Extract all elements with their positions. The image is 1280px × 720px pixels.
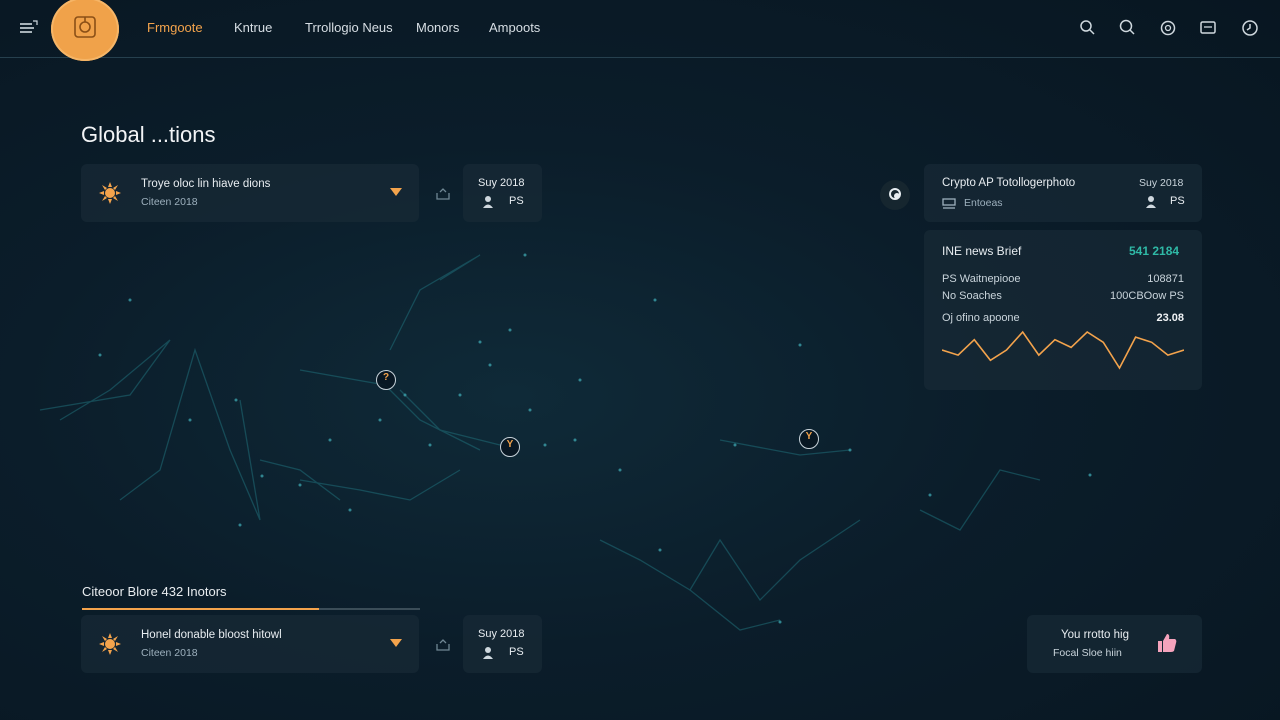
card-code: PS [509,195,524,207]
crypto-title: Crypto AP Totollogerphoto [942,177,1076,189]
chevron-down-icon[interactable] [390,639,402,647]
brief-row-value: 108871 [1147,273,1184,285]
crypto-card[interactable]: Crypto AP Totollogerphoto Suy 2018 Entoe… [924,164,1202,222]
sparkline-series [942,330,1184,370]
brief-row-value: 23.08 [1156,312,1184,324]
globe-icon[interactable] [880,180,910,210]
map-marker[interactable]: Y [799,429,819,449]
app-logo[interactable] [51,0,119,61]
news-card-dropdown[interactable]: Honel donable bloost hitowl Citeen 2018 [81,615,419,673]
top-navigation-bar: Frmgoote Kntrue Trrollogio Neus Monors A… [0,0,1280,61]
page-title: Global ...tions [81,122,216,147]
search-icon[interactable] [1118,18,1138,38]
crypto-date: Suy 2018 [1139,177,1184,189]
crypto-code: PS [1170,195,1185,207]
card-date: Suy 2018 [478,177,525,189]
section-progress-bar [82,608,420,610]
brief-row-label: PS Waitnepiooe [942,273,1021,285]
menu-icon[interactable] [18,17,40,39]
nav-item-trrollogio-neus[interactable]: Trrollogio Neus [305,20,393,35]
nav-item-kntrue[interactable]: Kntrue [234,20,272,35]
brief-row-label: No Soaches [942,290,1002,302]
promo-subtitle: Focal Sloe hiin [1053,647,1122,659]
card-title: Honel donable bloost hitowl [141,629,282,641]
map-marker[interactable]: ? [376,370,396,390]
brief-row-label: Oj ofino apoone [942,312,1020,324]
thumbs-up-icon [1158,634,1177,652]
nav-item-ampoots[interactable]: Ampoots [489,20,540,35]
card-date: Suy 2018 [478,628,525,640]
crypto-subtitle: Entoeas [964,197,1003,209]
chart-icon [942,198,956,209]
section-title: Citeoor Blore 432 Inotors [82,584,227,599]
map-marker[interactable]: Y [500,437,520,457]
share-icon[interactable] [434,635,452,653]
sparkline-chart [942,330,1184,370]
card-subtitle: Citeen 2018 [141,196,198,208]
nav-item-frmgoote[interactable]: Frmgoote [147,20,203,35]
user-icon [1146,196,1156,208]
news-card-dropdown[interactable]: Troye oloc lin hiave dions Citeen 2018 [81,164,419,222]
promo-title: You rrotto hig [1061,629,1129,641]
user-icon [483,647,493,659]
news-brief-panel[interactable]: INE news Brief 541 2184 PS Waitnepiooe 1… [924,230,1202,390]
user-icon [483,196,493,208]
card-code: PS [509,646,524,658]
card-subtitle: Citeen 2018 [141,647,198,659]
clock-icon[interactable] [1240,18,1260,38]
promo-card[interactable]: You rrotto hig Focal Sloe hiin [1027,615,1202,673]
date-user-card: Suy 2018 PS [463,164,542,222]
search-icon[interactable] [1078,18,1098,38]
share-icon[interactable] [434,184,452,202]
brief-row-value: 100CBOow PS [1110,290,1184,302]
nav-item-monors[interactable]: Monors [416,20,459,35]
brief-title: INE news Brief [942,244,1022,258]
sun-icon [99,182,121,204]
at-icon[interactable] [1158,18,1178,38]
sun-icon [99,633,121,655]
logo-icon [74,16,96,38]
card-title: Troye oloc lin hiave dions [141,178,271,190]
date-user-card: Suy 2018 PS [463,615,542,673]
message-icon[interactable] [1198,18,1218,38]
chevron-down-icon[interactable] [390,188,402,196]
brief-value: 541 2184 [1129,244,1180,258]
progress-fill [82,608,319,610]
